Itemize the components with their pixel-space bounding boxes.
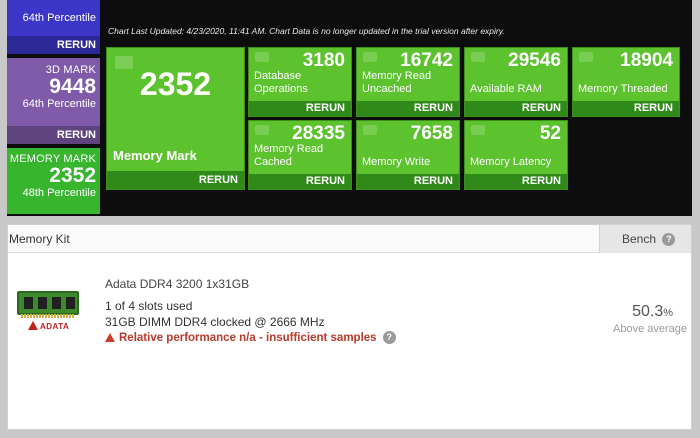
tile-memory-read-uncached[interactable]: 16742 Memory Read Uncached RERUN [356, 47, 460, 117]
3d-mark-label: 3D MARK [45, 64, 96, 76]
logo-text: ADATA [40, 322, 70, 331]
tile-label-2: Operations [254, 83, 308, 95]
memory-chip-icon [471, 52, 485, 62]
3d-mark-percentile: 64th Percentile [22, 98, 96, 110]
help-icon[interactable]: ? [662, 233, 676, 246]
memory-mark-stat-label: MEMORY MARK [9, 153, 96, 165]
tile-label-2: Cached [254, 156, 292, 168]
memory-mark-stat-value: 2352 [49, 164, 96, 187]
tile-label-1: Memory Read [362, 70, 432, 82]
tile-rerun-button[interactable]: RERUN [249, 101, 351, 116]
tile-memory-read-cached[interactable]: 28335 Memory Read Cached RERUN [248, 120, 352, 190]
tile-value: 52 [539, 123, 561, 144]
memory-kit-panel: Memory Kit Bench ? ADATA Adata DDR4 3200… [7, 224, 692, 430]
memory-mark-tile[interactable]: 2352 Memory Mark RERUN [106, 47, 245, 190]
tile-database-operations[interactable]: 3180 Database Operations RERUN [248, 47, 352, 117]
memory-kit-title: Memory Kit [9, 232, 70, 246]
memory-mark-value: 2352 [139, 66, 212, 102]
kit-slots: 1 of 4 slots used [105, 299, 193, 313]
tile-value: 28335 [292, 123, 345, 144]
cpu-mark-stat: 64th Percentile RERUN [7, 0, 100, 54]
tile-memory-write[interactable]: 7658 Memory Write RERUN [356, 120, 460, 190]
memory-mark-stat: MEMORY MARK 2352 48th Percentile [7, 148, 100, 214]
tile-memory-latency[interactable]: 52 Memory Latency RERUN [464, 120, 568, 190]
tile-value: 16742 [400, 50, 453, 71]
tile-label-2: Available RAM [470, 83, 542, 95]
warning-text: Relative performance n/a - insufficient … [119, 332, 377, 344]
chart-update-note: Chart Last Updated: 4/23/2020, 11:41 AM.… [108, 26, 505, 36]
memory-mark-rerun-button[interactable]: RERUN [107, 171, 244, 189]
bench-score-value: 50.3 [632, 303, 664, 320]
adata-logo-icon: ADATA [28, 321, 69, 331]
tile-rerun-button[interactable]: RERUN [357, 174, 459, 189]
memory-chip-icon [363, 52, 377, 62]
tile-rerun-button[interactable]: RERUN [573, 101, 679, 116]
tile-label-2: Memory Threaded [578, 83, 668, 95]
tile-rerun-button[interactable]: RERUN [465, 174, 567, 189]
tile-value: 29546 [508, 50, 561, 71]
tile-memory-threaded[interactable]: 18904 Memory Threaded RERUN [572, 47, 680, 117]
tile-label-2: Uncached [362, 83, 412, 95]
window-frame-right [692, 0, 700, 438]
3d-mark-rerun-button[interactable]: RERUN [7, 126, 100, 144]
memory-kit-header: Memory Kit Bench ? [8, 225, 691, 253]
tile-label-2: Memory Latency [470, 156, 552, 168]
warning-icon [105, 333, 115, 342]
tile-rerun-button[interactable]: RERUN [465, 101, 567, 116]
tile-rerun-button[interactable]: RERUN [249, 174, 351, 189]
3d-mark-value: 9448 [49, 75, 96, 98]
tile-label-2: Memory Write [362, 156, 431, 168]
memory-chip-icon [255, 125, 269, 135]
tile-value: 3180 [302, 50, 345, 71]
tile-available-ram[interactable]: 29546 Available RAM RERUN [464, 47, 568, 117]
kit-description: 31GB DIMM DDR4 clocked @ 2666 MHz [105, 315, 325, 329]
bench-score: 50.3% [632, 303, 673, 321]
memory-chip-icon [471, 125, 485, 135]
tile-label-1: Database [254, 70, 302, 82]
3d-mark-stat: 3D MARK 9448 64th Percentile RERUN [7, 58, 100, 144]
memory-mark-label: Memory Mark [113, 148, 197, 163]
memory-mark-stat-percentile: 48th Percentile [22, 187, 96, 199]
window-frame-left [0, 0, 7, 438]
bench-score-label: Above average [613, 323, 687, 335]
kit-warning: Relative performance n/a - insufficient … [105, 331, 396, 344]
bench-score-unit: % [663, 307, 673, 319]
memory-chip-icon [363, 125, 377, 135]
tile-rerun-button[interactable]: RERUN [357, 101, 459, 116]
benchmark-panel: 64th Percentile RERUN 3D MARK 9448 64th … [0, 0, 700, 216]
ram-stick-icon [17, 291, 79, 318]
cpu-rerun-button[interactable]: RERUN [7, 36, 100, 54]
memory-chip-icon [255, 52, 269, 62]
tile-value: 18904 [620, 50, 673, 71]
tile-value: 7658 [410, 123, 453, 144]
kit-name: Adata DDR4 3200 1x31GB [105, 277, 250, 291]
cpu-percentile: 64th Percentile [22, 12, 96, 24]
help-icon[interactable]: ? [382, 331, 396, 344]
memory-chip-icon [579, 52, 593, 62]
bench-column-header[interactable]: Bench ? [599, 225, 691, 253]
tile-label-1: Memory Read [254, 143, 324, 155]
bench-label: Bench [622, 232, 657, 246]
